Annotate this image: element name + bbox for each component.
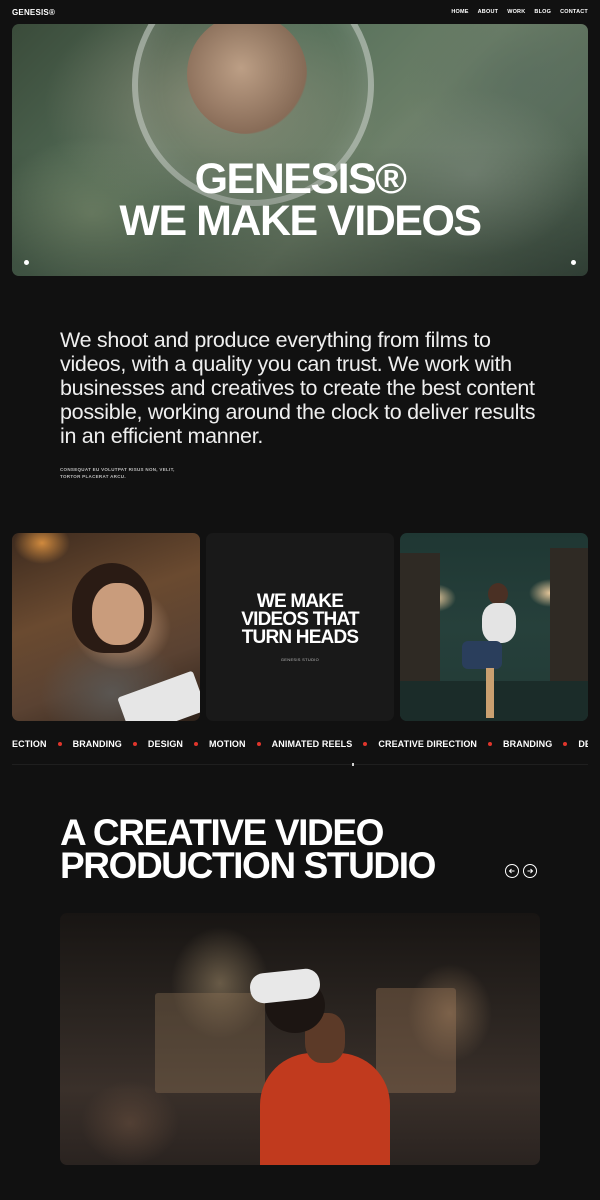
card-man-library-image[interactable]	[400, 533, 588, 721]
intro-section: We shoot and produce everything from fil…	[60, 328, 540, 480]
arrow-left-icon[interactable]	[505, 864, 519, 878]
hero-indicator-dot-left	[24, 260, 29, 265]
nav-work-link[interactable]: WORK	[507, 9, 525, 15]
feature-card-subtitle: GENESIS STUDIO	[280, 656, 320, 662]
painting-frame-right	[376, 988, 456, 1093]
brand-logo[interactable]: GENESIS®	[12, 8, 55, 17]
ticker-item: BRANDING	[72, 739, 122, 749]
card-woman-tablet-image[interactable]	[12, 533, 200, 721]
ticker-item: ANIMATED REELS	[271, 739, 353, 749]
card-person-legs	[462, 641, 502, 669]
ticker-scroll-marker	[352, 763, 354, 766]
ticker-item: MOTION	[209, 739, 246, 749]
hero-title-line-1: GENESIS®	[194, 155, 407, 203]
ticker-separator-dot	[363, 742, 368, 746]
vr-studio-image[interactable]	[60, 913, 540, 1165]
card-floor-shape	[400, 681, 588, 721]
ticker-separator-dot	[194, 742, 199, 746]
ticker-separator-dot	[488, 742, 493, 746]
slider-controls	[505, 864, 537, 878]
services-ticker: ECTION BRANDING DESIGN MOTION ANIMATED R…	[12, 739, 588, 753]
person-hoodie-shape	[260, 1053, 390, 1165]
bookshelf-right	[550, 548, 588, 693]
feature-card-title: WE MAKE VIDEOS THAT TURN HEADS	[241, 590, 359, 648]
arrow-left-glyph	[508, 868, 515, 874]
nav-blog-link[interactable]: BLOG	[534, 9, 551, 15]
ticker-item: BRANDING	[503, 739, 553, 749]
card-stool-shape	[486, 668, 494, 718]
arrow-right-glyph	[527, 868, 534, 874]
ticker-row: ECTION BRANDING DESIGN MOTION ANIMATED R…	[12, 739, 588, 749]
card-face-shape	[92, 583, 144, 645]
intro-paragraph: We shoot and produce everything from fil…	[60, 328, 536, 448]
ticker-separator-dot	[57, 742, 62, 746]
top-nav-bar: GENESIS® HOME ABOUT WORK BLOG CONTACT	[12, 0, 588, 24]
studio-heading-line-2: PRODUCTION STUDIO	[60, 845, 436, 886]
hero-video[interactable]: GENESIS® WE MAKE VIDEOS	[12, 24, 588, 276]
studio-heading: A CREATIVE VIDEO PRODUCTION STUDIO	[60, 814, 436, 886]
ticker-separator-dot	[256, 742, 261, 746]
bookshelf-left	[400, 553, 440, 693]
nav-about-link[interactable]: ABOUT	[478, 9, 499, 15]
intro-caption: CONSEQUAT EU VOLUTPAT RISUS NON, VELIT, …	[60, 467, 175, 479]
card-tablet-shape	[117, 670, 200, 721]
ticker-item: CREATIVE DIRECTION	[378, 739, 478, 749]
nav-home-link[interactable]: HOME	[451, 9, 468, 15]
main-nav: HOME ABOUT WORK BLOG CONTACT	[451, 9, 588, 15]
hero-title: GENESIS® WE MAKE VIDEOS	[12, 155, 588, 246]
card-person-body	[482, 603, 516, 643]
hero-indicator-dot-right	[571, 260, 576, 265]
ticker-item: DESIGN	[147, 739, 184, 749]
painting-frame-left	[155, 993, 265, 1093]
ticker-divider	[12, 764, 588, 765]
card-feature-text[interactable]: WE MAKE VIDEOS THAT TURN HEADS GENESIS S…	[206, 533, 394, 721]
ticker-item: ECTION	[12, 739, 47, 749]
arrow-right-icon[interactable]	[523, 864, 537, 878]
hero-title-line-2: WE MAKE VIDEOS	[119, 197, 482, 246]
ticker-item: DESIGN	[578, 739, 588, 749]
ticker-separator-dot	[563, 742, 568, 746]
ticker-separator-dot	[132, 742, 137, 746]
card-person-head	[488, 583, 508, 605]
nav-contact-link[interactable]: CONTACT	[560, 9, 588, 15]
